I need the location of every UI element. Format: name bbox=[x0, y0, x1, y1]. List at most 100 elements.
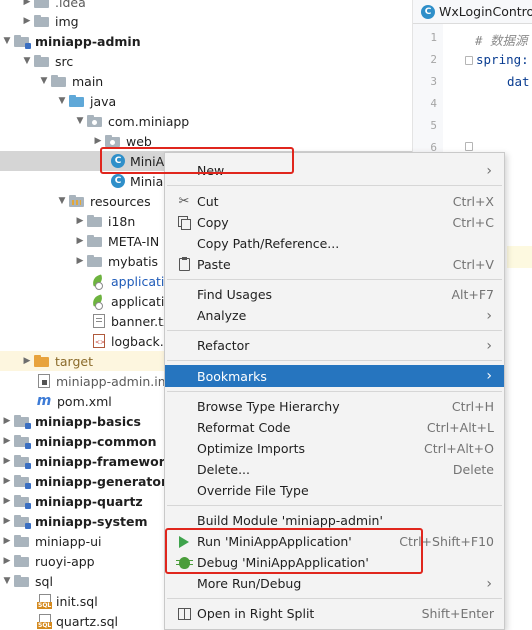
tree-item-label: main bbox=[72, 73, 104, 89]
copy-icon bbox=[176, 215, 192, 231]
chevron-right-icon[interactable]: ▶ bbox=[0, 431, 14, 451]
tree-item-java[interactable]: ▼ java bbox=[0, 91, 412, 111]
folder-icon bbox=[87, 254, 103, 268]
menu-item-shortcut: Ctrl+Alt+L bbox=[426, 420, 494, 435]
sql-file-icon bbox=[37, 594, 53, 609]
editor-tab[interactable]: C WxLoginControl bbox=[413, 0, 532, 24]
folder-icon bbox=[51, 74, 67, 88]
chevron-right-icon[interactable]: ▶ bbox=[0, 411, 14, 431]
menu-item-refactor[interactable]: Refactor › bbox=[165, 335, 504, 356]
menu-item-label: Open in Right Split bbox=[197, 606, 315, 621]
menu-separator bbox=[167, 330, 502, 331]
tree-item-label: pom.xml bbox=[57, 393, 112, 409]
menu-item-bookmarks[interactable]: Bookmarks › bbox=[165, 365, 504, 387]
chevron-right-icon[interactable]: ▶ bbox=[73, 251, 87, 271]
chevron-down-icon[interactable]: ▼ bbox=[0, 571, 14, 591]
tree-item-label: miniapp-common bbox=[35, 433, 157, 449]
chevron-right-icon[interactable]: ▶ bbox=[0, 471, 14, 491]
chevron-down-icon[interactable]: ▼ bbox=[37, 71, 51, 91]
split-view-icon bbox=[176, 606, 192, 622]
tree-item-label: img bbox=[55, 13, 79, 29]
maven-icon: m bbox=[36, 393, 52, 409]
menu-item-paste[interactable]: Paste Ctrl+V bbox=[165, 254, 504, 275]
tree-item-package[interactable]: ▼ com.miniapp bbox=[0, 111, 412, 131]
tree-item-src[interactable]: ▼ src bbox=[0, 51, 412, 71]
tree-item-miniapp-admin[interactable]: ▼ miniapp-admin bbox=[0, 31, 412, 51]
source-folder-icon bbox=[69, 94, 85, 108]
tree-item-web[interactable]: ▶ web bbox=[0, 131, 412, 151]
xml-file-icon bbox=[93, 334, 105, 348]
fold-marker-icon[interactable] bbox=[465, 56, 473, 65]
module-folder-icon bbox=[14, 514, 31, 529]
chevron-right-icon[interactable]: ▶ bbox=[73, 231, 87, 251]
chevron-right-icon[interactable]: ▶ bbox=[0, 491, 14, 511]
menu-item-label: Copy Path/Reference... bbox=[197, 236, 340, 251]
java-class-icon: C bbox=[421, 4, 435, 19]
menu-item-label: Find Usages bbox=[197, 287, 273, 302]
menu-item-more-run-debug[interactable]: More Run/Debug › bbox=[165, 573, 504, 594]
menu-separator bbox=[167, 360, 502, 361]
menu-item-label: Bookmarks bbox=[197, 368, 267, 384]
fold-marker-icon[interactable] bbox=[465, 142, 473, 151]
chevron-right-icon[interactable]: ▶ bbox=[0, 451, 14, 471]
tree-item-label: src bbox=[55, 53, 74, 69]
debug-bug-icon bbox=[175, 555, 193, 571]
menu-item-label: Analyze bbox=[197, 308, 247, 323]
editor-tab-label: WxLoginControl bbox=[439, 4, 532, 19]
menu-item-browse-type-hierarchy[interactable]: Browse Type Hierarchy Ctrl+H bbox=[165, 396, 504, 417]
chevron-right-icon[interactable]: ▶ bbox=[73, 211, 87, 231]
menu-item-find-usages[interactable]: Find Usages Alt+F7 bbox=[165, 284, 504, 305]
menu-item-label: Override File Type bbox=[197, 483, 309, 498]
menu-item-label: Build Module 'miniapp-admin' bbox=[197, 513, 383, 528]
menu-item-reformat-code[interactable]: Reformat Code Ctrl+Alt+L bbox=[165, 417, 504, 438]
chevron-down-icon[interactable]: ▼ bbox=[20, 51, 34, 71]
current-line-highlight bbox=[507, 246, 532, 268]
menu-item-cut[interactable]: ✂ Cut Ctrl+X bbox=[165, 191, 504, 212]
tree-item-label: ruoyi-app bbox=[35, 553, 95, 569]
tree-item-label: banner.tx bbox=[111, 313, 171, 329]
line-number: 4 bbox=[430, 97, 437, 110]
menu-item-run[interactable]: Run 'MiniAppApplication' Ctrl+Shift+F10 bbox=[165, 531, 504, 552]
tree-item-main[interactable]: ▼ main bbox=[0, 71, 412, 91]
menu-item-delete[interactable]: Delete... Delete bbox=[165, 459, 504, 480]
tree-item-label: target bbox=[55, 353, 94, 369]
chevron-right-icon[interactable]: ▶ bbox=[0, 551, 14, 571]
chevron-right-icon[interactable]: ▶ bbox=[20, 351, 34, 371]
menu-item-label: Optimize Imports bbox=[197, 441, 306, 456]
code-key: spring: bbox=[476, 52, 529, 67]
menu-item-label: Delete... bbox=[197, 462, 250, 477]
chevron-down-icon[interactable]: ▼ bbox=[55, 191, 69, 211]
menu-item-copy[interactable]: Copy Ctrl+C bbox=[165, 212, 504, 233]
menu-item-shortcut: Ctrl+Alt+O bbox=[424, 441, 494, 456]
chevron-down-icon[interactable]: ▼ bbox=[55, 91, 69, 111]
resources-folder-icon bbox=[69, 194, 85, 208]
tree-item-label: i18n bbox=[108, 213, 136, 229]
tree-item-img[interactable]: ▶ img bbox=[0, 11, 412, 31]
chevron-right-icon[interactable]: ▶ bbox=[0, 511, 14, 531]
menu-item-copy-path[interactable]: Copy Path/Reference... bbox=[165, 233, 504, 254]
chevron-right-icon[interactable]: ▶ bbox=[91, 131, 105, 151]
tree-item-label: miniapp-admin.iml bbox=[56, 373, 174, 389]
menu-item-debug[interactable]: Debug 'MiniAppApplication' bbox=[165, 552, 504, 573]
menu-separator bbox=[167, 598, 502, 599]
chevron-right-icon[interactable]: ▶ bbox=[20, 11, 34, 31]
menu-item-shortcut: Ctrl+X bbox=[452, 194, 494, 209]
menu-item-new[interactable]: New › bbox=[165, 160, 504, 181]
chevron-down-icon[interactable]: ▼ bbox=[73, 111, 87, 131]
menu-item-open-right-split[interactable]: Open in Right Split Shift+Enter bbox=[165, 603, 504, 624]
chevron-down-icon[interactable]: ▼ bbox=[0, 31, 14, 51]
chevron-right-icon: › bbox=[486, 162, 492, 179]
menu-item-build-module[interactable]: Build Module 'miniapp-admin' bbox=[165, 510, 504, 531]
menu-item-override-file-type[interactable]: Override File Type bbox=[165, 480, 504, 501]
line-number: 1 bbox=[430, 31, 437, 44]
chevron-right-icon[interactable]: ▶ bbox=[0, 531, 14, 551]
menu-item-optimize-imports[interactable]: Optimize Imports Ctrl+Alt+O bbox=[165, 438, 504, 459]
folder-icon bbox=[87, 234, 103, 248]
tree-item-label: miniapp-ui bbox=[35, 533, 102, 549]
menu-item-analyze[interactable]: Analyze › bbox=[165, 305, 504, 326]
tree-item-label: META-IN bbox=[108, 233, 160, 249]
menu-separator bbox=[167, 185, 502, 186]
menu-separator bbox=[167, 391, 502, 392]
tree-item-label: miniapp-framework bbox=[35, 453, 174, 469]
menu-item-label: Reformat Code bbox=[197, 420, 291, 435]
